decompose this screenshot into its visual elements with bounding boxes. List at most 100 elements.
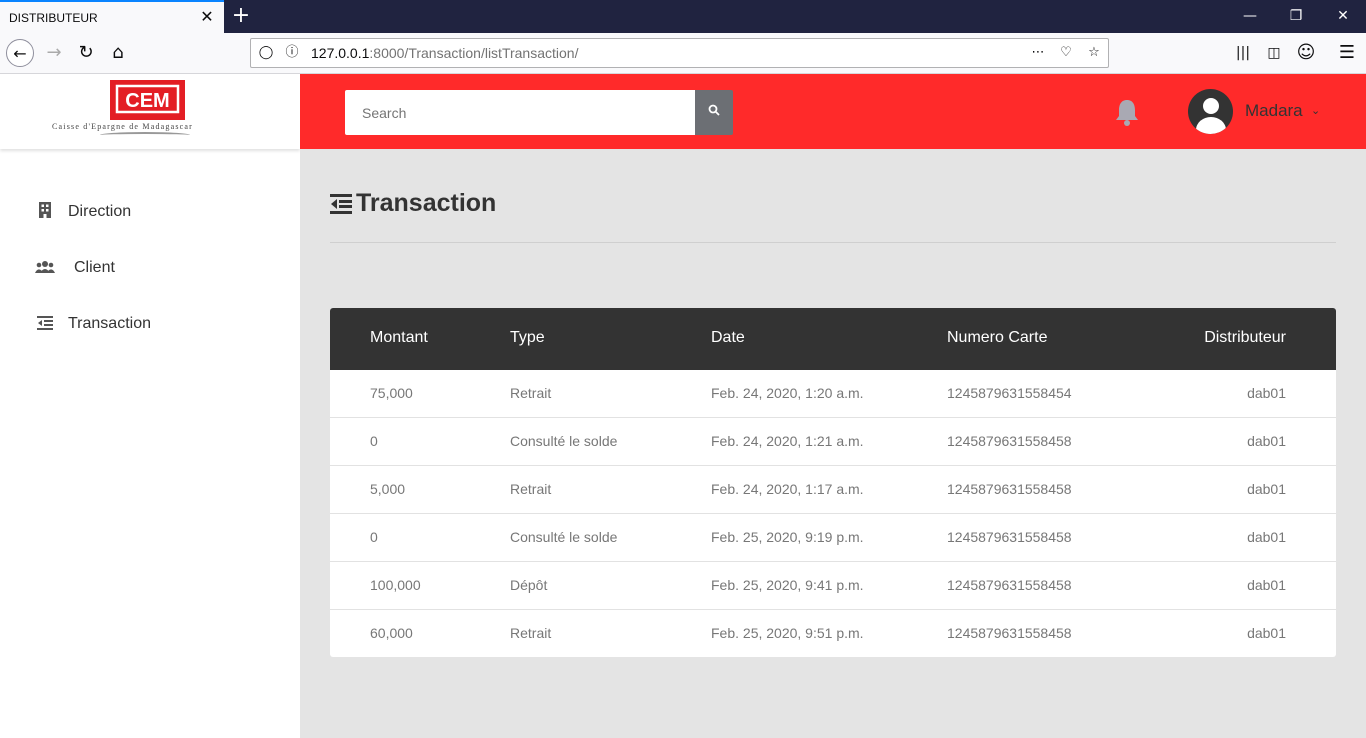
url-path: :8000/Transaction/listTransaction/ <box>369 45 579 61</box>
minimize-button[interactable]: — <box>1238 5 1262 27</box>
cell-date: Feb. 25, 2020, 9:41 p.m. <box>711 577 864 593</box>
sidebar-item-direction[interactable]: Direction <box>0 184 300 240</box>
divider <box>330 242 1336 243</box>
page-heading: Transaction <box>330 189 496 218</box>
page: CEM Caisse d'Epargne de Madagascar Direc… <box>0 74 1366 738</box>
search-input[interactable] <box>345 90 695 135</box>
url-text[interactable]: 127.0.0.1:8000/Transaction/listTransacti… <box>311 45 578 61</box>
browser-titlebar: DISTRIBUTEUR ✕ + — ❐ ✕ <box>0 0 1366 33</box>
cell-montant: 100,000 <box>370 577 421 593</box>
cell-type: Retrait <box>510 385 552 401</box>
avatar-head <box>1203 98 1219 114</box>
building-icon <box>34 202 56 222</box>
sidebar: CEM Caisse d'Epargne de Madagascar Direc… <box>0 74 300 738</box>
cell-distributeur: dab01 <box>1247 577 1286 593</box>
sidebar-item-label: Client <box>74 259 115 276</box>
table-row[interactable]: 75,000 Retrait Feb. 24, 2020, 1:20 a.m. … <box>330 370 1336 418</box>
logo-tagline: Caisse d'Epargne de Madagascar <box>52 122 194 131</box>
cell-type: Dépôt <box>510 577 548 593</box>
sidebar-menu: Direction Client Transaction <box>0 184 300 352</box>
cell-date: Feb. 24, 2020, 1:17 a.m. <box>711 481 864 497</box>
column-header-numero-carte[interactable]: Numero Carte <box>947 329 1047 347</box>
table-header: Montant Type Date Numero Carte Distribut… <box>330 308 1336 370</box>
tab-title: DISTRIBUTEUR <box>9 11 98 25</box>
avatar-body <box>1196 117 1226 134</box>
tab-close-icon[interactable]: ✕ <box>198 8 216 26</box>
browser-tab[interactable]: DISTRIBUTEUR ✕ <box>0 0 224 33</box>
sidebar-item-label: Direction <box>68 203 132 220</box>
chevron-down-icon[interactable]: ⌄ <box>1311 104 1320 117</box>
cell-distributeur: dab01 <box>1247 625 1286 641</box>
info-icon[interactable]: ⓘ <box>281 42 303 64</box>
cell-numero-carte: 1245879631558458 <box>947 481 1072 497</box>
cell-type: Consulté le solde <box>510 433 618 449</box>
cell-distributeur: dab01 <box>1247 385 1286 401</box>
user-name[interactable]: Madara <box>1245 101 1303 121</box>
logo-area: CEM Caisse d'Epargne de Madagascar <box>0 74 300 149</box>
users-icon <box>34 259 56 278</box>
table-row[interactable]: 5,000 Retrait Feb. 24, 2020, 1:17 a.m. 1… <box>330 466 1336 514</box>
cell-type: Retrait <box>510 625 552 641</box>
list-indent-icon <box>330 193 352 214</box>
cell-numero-carte: 1245879631558458 <box>947 625 1072 641</box>
column-header-distributeur[interactable]: Distributeur <box>1204 329 1286 347</box>
cell-numero-carte: 1245879631558458 <box>947 577 1072 593</box>
forward-arrow-icon[interactable]: → <box>40 39 68 67</box>
search-icon <box>708 104 720 116</box>
table-row[interactable]: 0 Consulté le solde Feb. 25, 2020, 9:19 … <box>330 514 1336 562</box>
account-icon[interactable]: ☺ <box>1292 39 1320 67</box>
reload-icon[interactable]: ↻ <box>72 39 100 67</box>
shield-icon[interactable]: ◯ <box>255 42 277 64</box>
transaction-table: Montant Type Date Numero Carte Distribut… <box>330 308 1336 657</box>
cell-distributeur: dab01 <box>1247 481 1286 497</box>
pocket-icon[interactable]: ♡ <box>1055 42 1077 64</box>
sidebar-item-label: Transaction <box>68 315 151 332</box>
cell-montant: 60,000 <box>370 625 413 641</box>
cell-numero-carte: 1245879631558458 <box>947 433 1072 449</box>
search-button[interactable] <box>695 90 733 135</box>
table-row[interactable]: 60,000 Retrait Feb. 25, 2020, 9:51 p.m. … <box>330 610 1336 657</box>
cell-distributeur: dab01 <box>1247 433 1286 449</box>
browser-navbar: ← → ↻ ⌂ ◯ ⓘ 127.0.0.1:8000/Transaction/l… <box>0 33 1366 74</box>
logo-mark-icon: CEM <box>115 84 180 114</box>
cell-numero-carte: 1245879631558454 <box>947 385 1072 401</box>
close-window-button[interactable]: ✕ <box>1331 5 1355 27</box>
sidebar-toggle-icon[interactable]: ◫ <box>1260 39 1288 67</box>
notification-bell-icon[interactable] <box>1114 98 1140 126</box>
restore-button[interactable]: ❐ <box>1284 5 1308 27</box>
home-icon[interactable]: ⌂ <box>104 39 132 67</box>
cell-date: Feb. 25, 2020, 9:51 p.m. <box>711 625 864 641</box>
column-header-montant[interactable]: Montant <box>370 329 428 347</box>
cell-date: Feb. 24, 2020, 1:20 a.m. <box>711 385 864 401</box>
cell-distributeur: dab01 <box>1247 529 1286 545</box>
cell-type: Consulté le solde <box>510 529 618 545</box>
page-title: Transaction <box>356 189 497 217</box>
column-header-type[interactable]: Type <box>510 329 545 347</box>
logo-swoosh <box>100 132 190 138</box>
logo-mark-text: CEM <box>125 90 169 112</box>
column-header-date[interactable]: Date <box>711 329 745 347</box>
cell-date: Feb. 24, 2020, 1:21 a.m. <box>711 433 864 449</box>
avatar[interactable] <box>1188 89 1233 134</box>
url-host: 127.0.0.1 <box>311 45 370 61</box>
table-row[interactable]: 0 Consulté le solde Feb. 24, 2020, 1:21 … <box>330 418 1336 466</box>
cell-montant: 75,000 <box>370 385 413 401</box>
more-actions-icon[interactable]: ⋯ <box>1027 42 1049 64</box>
bookmark-star-icon[interactable]: ☆ <box>1083 42 1105 64</box>
top-header: Madara ⌄ <box>300 74 1366 149</box>
logo[interactable]: CEM <box>110 80 185 120</box>
main-content: Transaction Montant Type Date Numero Car… <box>300 149 1366 738</box>
sidebar-item-transaction[interactable]: Transaction <box>0 296 300 352</box>
list-indent-icon <box>34 315 56 334</box>
sidebar-item-client[interactable]: Client <box>0 240 300 296</box>
library-icon[interactable]: ||| <box>1229 39 1257 67</box>
table-row[interactable]: 100,000 Dépôt Feb. 25, 2020, 9:41 p.m. 1… <box>330 562 1336 610</box>
cell-date: Feb. 25, 2020, 9:19 p.m. <box>711 529 864 545</box>
url-bar[interactable]: ◯ ⓘ 127.0.0.1:8000/Transaction/listTrans… <box>250 38 1109 68</box>
back-arrow-icon[interactable]: ← <box>6 39 34 67</box>
cell-numero-carte: 1245879631558458 <box>947 529 1072 545</box>
cell-type: Retrait <box>510 481 552 497</box>
cell-montant: 0 <box>370 529 378 545</box>
menu-icon[interactable]: ☰ <box>1333 39 1361 67</box>
new-tab-button[interactable]: + <box>229 4 253 28</box>
